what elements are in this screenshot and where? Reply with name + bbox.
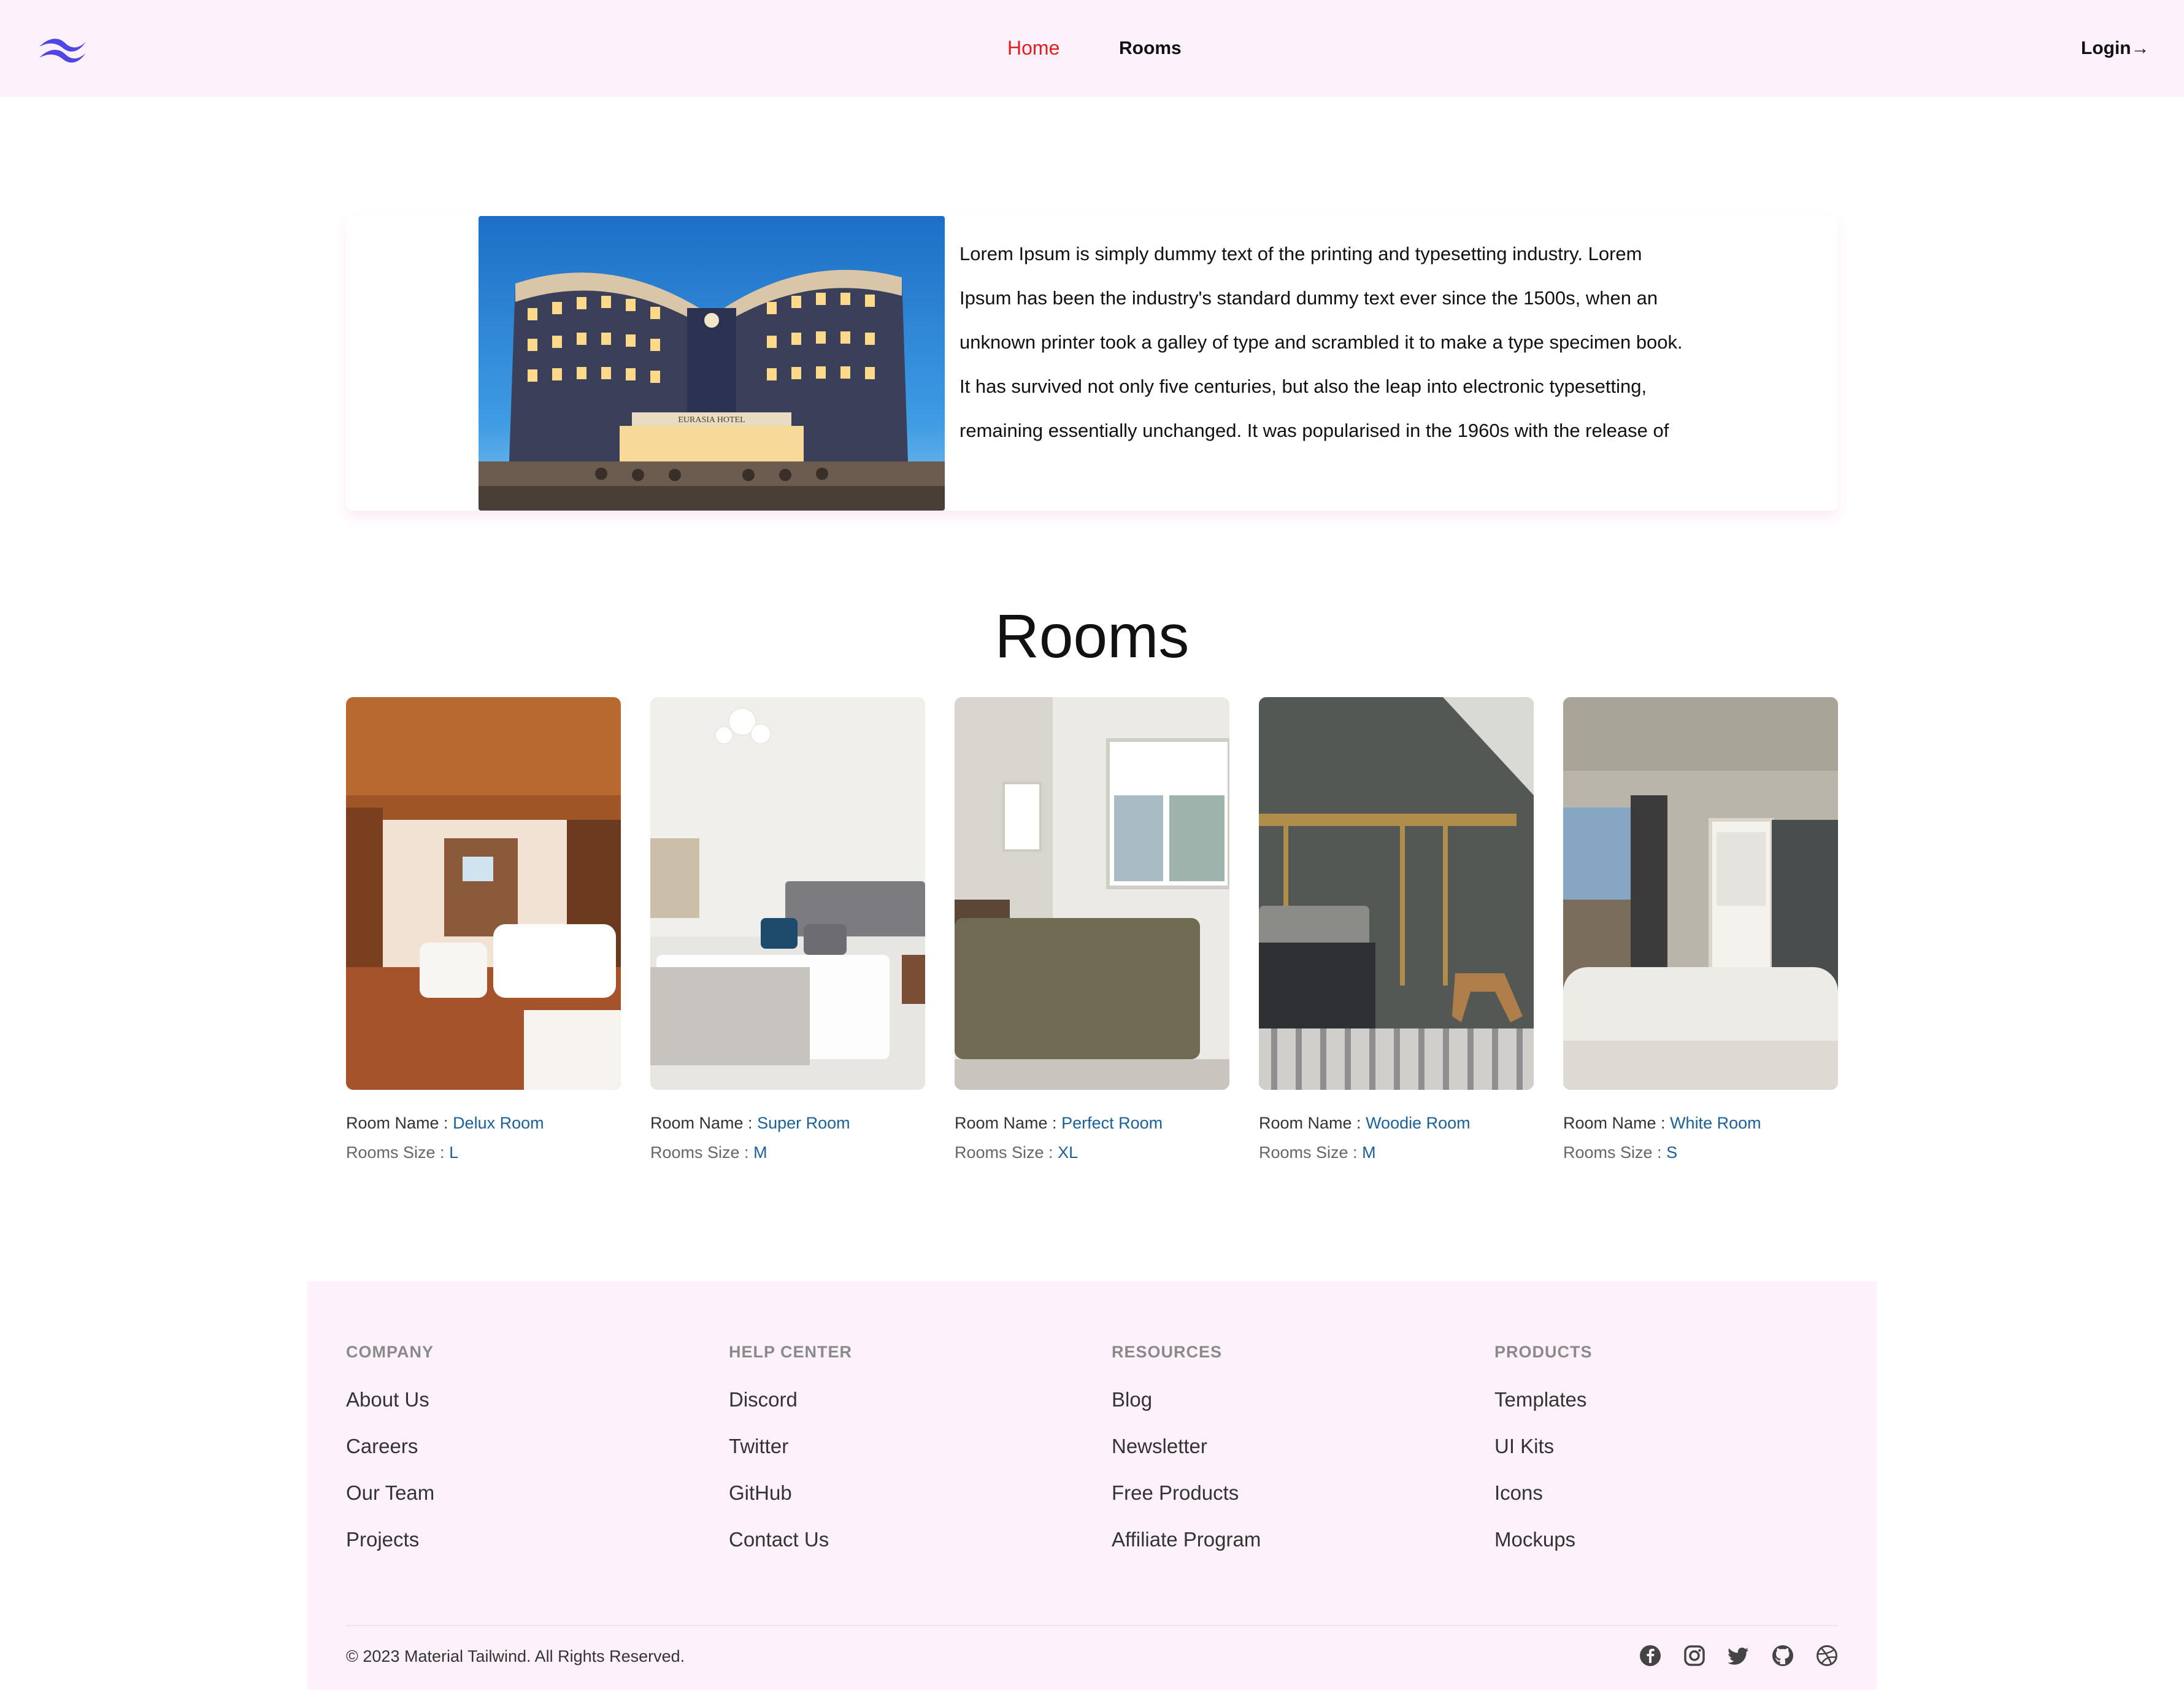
room-image[interactable] (346, 697, 621, 1090)
room-size-row: Rooms Size : M (1259, 1141, 1534, 1163)
footer-link-about-us[interactable]: About Us (346, 1387, 714, 1412)
twitter-icon[interactable] (1728, 1645, 1750, 1667)
footer-link-careers[interactable]: Careers (346, 1434, 714, 1459)
room-size-row: Rooms Size : S (1563, 1141, 1838, 1163)
room-size-label: Rooms Size : (650, 1143, 754, 1162)
footer-link-projects[interactable]: Projects (346, 1527, 714, 1552)
hotel-sign-text: EURASIA HOTEL (678, 415, 745, 425)
room-size-label: Rooms Size : (1563, 1143, 1667, 1162)
room-name-label: Room Name : (1563, 1114, 1671, 1132)
footer-link-twitter[interactable]: Twitter (729, 1434, 1097, 1459)
footer-column-resources: RESOURCES Blog Newsletter Free Products … (1112, 1343, 1480, 1574)
hotel-description: Lorem Ipsum is simply dummy text of the … (959, 243, 1683, 441)
footer-link-free-products[interactable]: Free Products (1112, 1481, 1480, 1505)
room-size-label: Rooms Size : (955, 1143, 1058, 1162)
copyright-text: © 2023 Material Tailwind. All Rights Res… (346, 1647, 685, 1665)
footer-column-products: PRODUCTS Templates UI Kits Icons Mockups (1494, 1343, 1863, 1574)
room-name-value[interactable]: Woodie Room (1366, 1114, 1471, 1132)
instagram-icon[interactable] (1683, 1645, 1705, 1667)
footer-heading: COMPANY (346, 1343, 434, 1361)
room-name-row: Room Name : Delux Room (346, 1112, 621, 1134)
room-card[interactable]: Room Name : Woodie Room Rooms Size : M (1259, 697, 1534, 1163)
room-image[interactable] (1259, 697, 1534, 1090)
room-name-label: Room Name : (346, 1114, 453, 1132)
room-card[interactable]: Room Name : Super Room Rooms Size : M (650, 697, 925, 1163)
dribbble-icon[interactable] (1816, 1645, 1838, 1667)
room-name-value[interactable]: White Room (1670, 1114, 1761, 1132)
footer-link-ui-kits[interactable]: UI Kits (1494, 1434, 1863, 1459)
room-card[interactable]: Room Name : Delux Room Rooms Size : L (346, 697, 621, 1163)
room-name-value[interactable]: Perfect Room (1061, 1114, 1163, 1132)
room-size-row: Rooms Size : M (650, 1141, 925, 1163)
room-size-row: Rooms Size : XL (955, 1141, 1229, 1163)
footer-link-blog[interactable]: Blog (1112, 1387, 1480, 1412)
footer-link-affiliate-program[interactable]: Affiliate Program (1112, 1527, 1480, 1552)
tailwind-logo-icon[interactable] (38, 33, 87, 64)
footer-column-company: COMPANY About Us Careers Our Team Projec… (346, 1343, 714, 1574)
room-size-value: M (753, 1143, 767, 1162)
arrow-right-icon: → (2131, 38, 2150, 58)
room-name-label: Room Name : (955, 1114, 1062, 1132)
footer-link-contact-us[interactable]: Contact Us (729, 1527, 1097, 1552)
footer: COMPANY About Us Careers Our Team Projec… (307, 1281, 1877, 1690)
room-image[interactable] (1563, 697, 1838, 1090)
room-name-value[interactable]: Delux Room (453, 1114, 544, 1132)
footer-link-our-team[interactable]: Our Team (346, 1481, 714, 1505)
room-name-row: Room Name : White Room (1563, 1112, 1838, 1134)
room-card[interactable]: Room Name : White Room Rooms Size : S (1563, 697, 1838, 1163)
footer-link-discord[interactable]: Discord (729, 1387, 1097, 1412)
footer-link-icons[interactable]: Icons (1494, 1481, 1863, 1505)
footer-link-github[interactable]: GitHub (729, 1481, 1097, 1505)
hotel-intro-card: EURASIA HOTEL Lorem Ipsum is simply dumm… (346, 216, 1838, 511)
footer-heading: RESOURCES (1112, 1343, 1223, 1361)
footer-divider (346, 1625, 1838, 1626)
social-links (1639, 1645, 1838, 1667)
footer-link-mockups[interactable]: Mockups (1494, 1527, 1863, 1552)
room-size-value: S (1666, 1143, 1678, 1162)
footer-link-newsletter[interactable]: Newsletter (1112, 1434, 1480, 1459)
room-name-label: Room Name : (650, 1114, 758, 1132)
footer-heading: PRODUCTS (1494, 1343, 1593, 1361)
github-icon[interactable] (1772, 1645, 1794, 1667)
nav-rooms-link[interactable]: Rooms (1119, 38, 1182, 59)
nav-home-link[interactable]: Home (1007, 37, 1059, 60)
footer-column-help-center: HELP CENTER Discord Twitter GitHub Conta… (729, 1343, 1097, 1574)
hotel-image: EURASIA HOTEL (479, 216, 945, 511)
login-label: Login (2081, 38, 2131, 58)
room-image[interactable] (955, 697, 1229, 1090)
room-name-row: Room Name : Super Room (650, 1112, 925, 1134)
room-name-row: Room Name : Perfect Room (955, 1112, 1229, 1134)
footer-link-templates[interactable]: Templates (1494, 1387, 1863, 1412)
room-size-value: L (449, 1143, 459, 1162)
navbar: Home Rooms Login→ (0, 0, 2184, 97)
room-size-label: Rooms Size : (1259, 1143, 1363, 1162)
room-name-value[interactable]: Super Room (757, 1114, 850, 1132)
login-button[interactable]: Login→ (2081, 38, 2150, 59)
facebook-icon[interactable] (1639, 1645, 1661, 1667)
room-card[interactable]: Room Name : Perfect Room Rooms Size : XL (955, 697, 1229, 1163)
room-size-label: Rooms Size : (346, 1143, 450, 1162)
room-size-row: Rooms Size : L (346, 1141, 621, 1163)
room-name-row: Room Name : Woodie Room (1259, 1112, 1534, 1134)
room-size-value: M (1362, 1143, 1376, 1162)
room-name-label: Room Name : (1259, 1114, 1366, 1132)
room-image[interactable] (650, 697, 925, 1090)
room-size-value: XL (1058, 1143, 1079, 1162)
footer-heading: HELP CENTER (729, 1343, 853, 1361)
rooms-heading: Rooms (994, 602, 1190, 671)
